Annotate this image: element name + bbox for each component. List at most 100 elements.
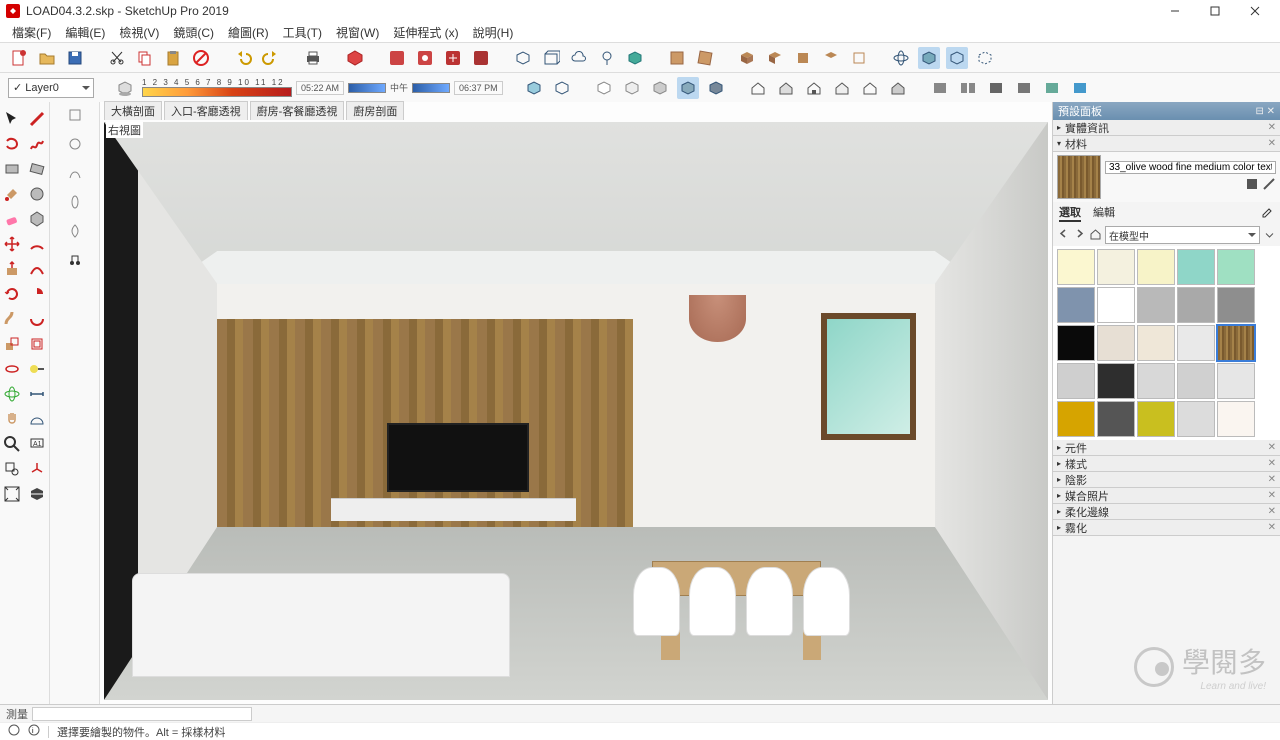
face-style5-icon[interactable] bbox=[649, 77, 671, 99]
select-tool-icon[interactable] bbox=[0, 106, 25, 131]
orbit-icon[interactable] bbox=[890, 47, 912, 69]
house1-icon[interactable] bbox=[747, 77, 769, 99]
menu-tools[interactable]: 工具(T) bbox=[277, 22, 328, 43]
view4-icon[interactable] bbox=[820, 47, 842, 69]
material-tab-edit[interactable]: 編輯 bbox=[1093, 204, 1115, 222]
timeline-day-bar[interactable] bbox=[348, 83, 386, 93]
save-file-icon[interactable] bbox=[64, 47, 86, 69]
view3-icon[interactable] bbox=[792, 47, 814, 69]
default-material-icon[interactable] bbox=[1262, 177, 1276, 194]
material-swatch[interactable] bbox=[1137, 363, 1175, 399]
material-swatch[interactable] bbox=[1057, 325, 1095, 361]
view5-icon[interactable] bbox=[848, 47, 870, 69]
material-swatch[interactable] bbox=[1177, 363, 1215, 399]
material-swatch[interactable] bbox=[1137, 401, 1175, 437]
ext-tool4-icon[interactable] bbox=[66, 193, 84, 214]
ext-tool1-icon[interactable] bbox=[66, 106, 84, 127]
3d-viewport[interactable] bbox=[104, 122, 1048, 700]
redo-icon[interactable] bbox=[260, 47, 282, 69]
style2-icon[interactable] bbox=[694, 47, 716, 69]
measurement-input[interactable] bbox=[32, 707, 252, 721]
circle-tool-icon[interactable] bbox=[25, 181, 50, 206]
ext2-icon[interactable] bbox=[414, 47, 436, 69]
section-close-icon[interactable]: ✕ bbox=[1268, 122, 1276, 133]
ext-tool5-icon[interactable] bbox=[66, 222, 84, 243]
location-icon[interactable] bbox=[596, 47, 618, 69]
scale-tool-icon[interactable] bbox=[0, 331, 25, 356]
section-shadows[interactable]: ▸陰影✕ bbox=[1053, 472, 1280, 488]
library-menu-icon[interactable] bbox=[1263, 227, 1276, 243]
material-swatch[interactable] bbox=[1177, 287, 1215, 323]
delete-icon[interactable] bbox=[190, 47, 212, 69]
undo-icon[interactable] bbox=[232, 47, 254, 69]
component-icon[interactable] bbox=[344, 47, 366, 69]
scene1-icon[interactable] bbox=[929, 77, 951, 99]
text-tool-icon[interactable]: A1 bbox=[25, 431, 50, 456]
shadow-timeline[interactable]: 1 2 3 4 5 6 7 8 9 10 11 12 05:22 AM 中午 0… bbox=[142, 78, 503, 97]
pie-tool-icon[interactable] bbox=[25, 281, 50, 306]
open-file-icon[interactable] bbox=[36, 47, 58, 69]
ext3-icon[interactable] bbox=[442, 47, 464, 69]
cut-icon[interactable] bbox=[106, 47, 128, 69]
create-material-icon[interactable] bbox=[1245, 177, 1259, 194]
copy-icon[interactable] bbox=[134, 47, 156, 69]
ext4-icon[interactable] bbox=[470, 47, 492, 69]
nav-home-icon[interactable] bbox=[1089, 227, 1102, 243]
menu-file[interactable]: 檔案(F) bbox=[6, 22, 57, 43]
face-style3-icon[interactable] bbox=[593, 77, 615, 99]
solid-tool2-icon[interactable] bbox=[540, 47, 562, 69]
dimension-tool-icon[interactable] bbox=[25, 381, 50, 406]
material-library-selector[interactable]: 在模型中 bbox=[1105, 226, 1260, 244]
material-swatch[interactable] bbox=[1137, 249, 1175, 285]
cloud-icon[interactable] bbox=[568, 47, 590, 69]
section-fog[interactable]: ▸霧化✕ bbox=[1053, 520, 1280, 536]
ext-tool3-icon[interactable] bbox=[66, 164, 84, 185]
menu-edit[interactable]: 編輯(E) bbox=[59, 22, 111, 43]
scene6-icon[interactable] bbox=[1069, 77, 1091, 99]
nav-fwd-icon[interactable] bbox=[1073, 227, 1086, 243]
style1-icon[interactable] bbox=[666, 47, 688, 69]
menu-extensions[interactable]: 延伸程式 (x) bbox=[387, 22, 464, 43]
section-tool-icon[interactable] bbox=[25, 481, 50, 506]
menu-help[interactable]: 說明(H) bbox=[467, 22, 520, 43]
section-soften[interactable]: ▸柔化邊線✕ bbox=[1053, 504, 1280, 520]
arc-tool-icon[interactable] bbox=[25, 231, 50, 256]
material-swatch[interactable] bbox=[1217, 363, 1255, 399]
material-swatch[interactable] bbox=[1057, 249, 1095, 285]
new-file-icon[interactable] bbox=[8, 47, 30, 69]
material-swatch[interactable] bbox=[1217, 325, 1255, 361]
timeline-day-bar2[interactable] bbox=[412, 83, 450, 93]
section-matchphoto[interactable]: ▸媒合照片✕ bbox=[1053, 488, 1280, 504]
axes-tool-icon[interactable] bbox=[25, 456, 50, 481]
house6-icon[interactable] bbox=[887, 77, 909, 99]
paint-tool-icon[interactable] bbox=[0, 181, 25, 206]
line-tool-icon[interactable] bbox=[25, 106, 50, 131]
material-swatch[interactable] bbox=[1057, 363, 1095, 399]
tray-pin-icon[interactable]: ⊟ ✕ bbox=[1255, 106, 1275, 117]
eyedropper-icon[interactable] bbox=[1260, 204, 1274, 222]
eraser-tool-icon[interactable] bbox=[0, 206, 25, 231]
material-swatch[interactable] bbox=[1097, 363, 1135, 399]
tape-tool-icon[interactable] bbox=[25, 356, 50, 381]
house5-icon[interactable] bbox=[859, 77, 881, 99]
menu-draw[interactable]: 繪圖(R) bbox=[222, 22, 275, 43]
timeline-month-bar[interactable] bbox=[142, 87, 292, 97]
pan-icon[interactable] bbox=[0, 406, 25, 431]
freehand-tool-icon[interactable] bbox=[25, 131, 50, 156]
rotrect-tool-icon[interactable] bbox=[25, 156, 50, 181]
credits-icon[interactable]: i bbox=[28, 724, 40, 739]
material-swatch[interactable] bbox=[1137, 287, 1175, 323]
protractor-tool-icon[interactable] bbox=[25, 406, 50, 431]
orbit2-icon[interactable] bbox=[0, 381, 25, 406]
material-swatch[interactable] bbox=[1057, 287, 1095, 323]
menu-window[interactable]: 視窗(W) bbox=[330, 22, 385, 43]
face-style6-icon[interactable] bbox=[677, 77, 699, 99]
section-components[interactable]: ▸元件✕ bbox=[1053, 440, 1280, 456]
material-tab-select[interactable]: 選取 bbox=[1059, 204, 1081, 222]
warehouse-icon[interactable] bbox=[624, 47, 646, 69]
wireframe-icon[interactable] bbox=[974, 47, 996, 69]
followme-tool-icon[interactable] bbox=[0, 306, 25, 331]
scene-tab-2[interactable]: 廚房-客餐廳透視 bbox=[250, 101, 345, 120]
zoomwin-icon[interactable] bbox=[0, 456, 25, 481]
lasso-tool-icon[interactable] bbox=[0, 131, 25, 156]
